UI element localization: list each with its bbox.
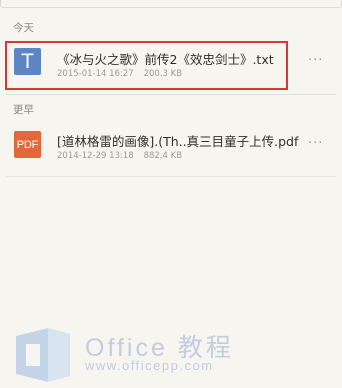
pdf-file-icon: PDF	[14, 131, 41, 158]
file-name: [道林格雷的画像].(Th..真三目童子上传.pdf	[57, 134, 299, 149]
more-options-button[interactable]: ···	[308, 53, 323, 68]
txt-file-icon: T	[14, 48, 41, 75]
file-row-txt[interactable]: T 《冰与火之歌》前传2《效忠剑士》.txt 2015-01-14 16:27 2…	[0, 34, 342, 96]
list-bottom-divider	[6, 176, 336, 177]
section-header-today: 今天	[13, 22, 34, 34]
watermark-url: www.officepp.com	[85, 358, 214, 373]
office-logo-icon	[16, 328, 70, 382]
file-meta: 2015-01-14 16:27 200.3 KB	[57, 69, 182, 79]
section-header-earlier: 更早	[13, 104, 34, 116]
file-size: 200.3 KB	[143, 69, 183, 79]
file-date: 2014-12-29 13:18	[57, 151, 134, 161]
file-size: 882.4 KB	[143, 151, 183, 161]
file-name: 《冰与火之歌》前传2《效忠剑士》.txt	[57, 52, 274, 67]
file-meta: 2014-12-29 13:18 882.4 KB	[57, 151, 182, 161]
file-date: 2015-01-14 16:27	[57, 69, 134, 79]
top-panel-edge	[0, 0, 342, 8]
watermark: Office 教程 www.officepp.com	[12, 326, 342, 386]
more-options-button[interactable]: ···	[308, 136, 323, 151]
file-row-pdf[interactable]: PDF [道林格雷的画像].(Th..真三目童子上传.pdf 2014-12-2…	[0, 118, 342, 180]
section-divider	[6, 94, 336, 95]
